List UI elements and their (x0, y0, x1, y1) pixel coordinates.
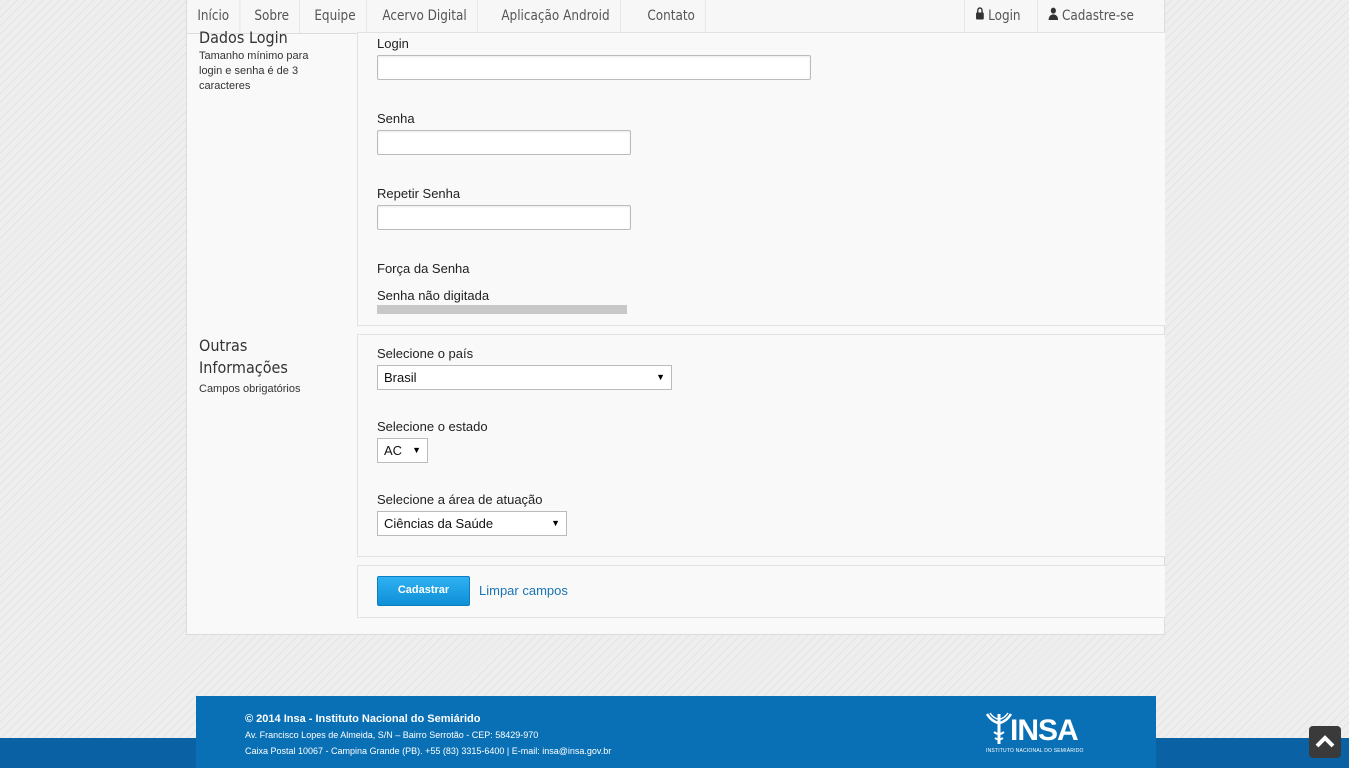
submit-button[interactable]: Cadastrar (377, 576, 470, 606)
password-field-label: Senha (377, 111, 415, 126)
nav-item-acervo-digital[interactable]: Acervo Digital (372, 0, 479, 33)
nav-item-equipe[interactable]: Equipe (304, 0, 368, 33)
nav-right-group: Login Cadastre-se (963, 0, 1164, 34)
password-strength-label: Força da Senha (377, 261, 470, 276)
area-select-value: Ciências da Saúde (384, 516, 494, 531)
login-section-title: Dados Login (199, 28, 288, 47)
login-fieldset: Login Senha Repetir Senha Força da Senha… (357, 32, 1165, 326)
repeat-password-field-label: Repetir Senha (377, 186, 461, 201)
state-field-label: Selecione o estado (377, 419, 488, 434)
repeat-password-input[interactable] (377, 205, 631, 230)
insa-logo: INSA INSTITUTO NACIONAL DO SEMIÁRIDO (984, 710, 1099, 756)
nav-login-link[interactable]: Login (963, 0, 1027, 33)
nav-register-label: Cadastre-se (1062, 8, 1135, 24)
password-strength-bar (377, 305, 627, 314)
nav-login-label: Login (987, 8, 1021, 24)
clear-fields-link[interactable]: Limpar campos (479, 583, 568, 598)
actions-fieldset: Cadastrar Limpar campos (357, 565, 1165, 618)
footer-copyright: © 2014 Insa - Instituto Nacional do Semi… (245, 713, 481, 725)
login-section-description: Tamanho mínimo para login e senha é de 3… (199, 50, 309, 92)
other-info-section-title: Outras Informações (199, 336, 288, 377)
chevron-up-icon (1315, 735, 1335, 748)
registration-form-panel: Dados Login Tamanho mínimo para login e … (186, 28, 1165, 635)
chevron-down-icon: ▼ (656, 372, 665, 382)
footer-address: Av. Francisco Lopes de Almeida, S/N – Ba… (245, 730, 539, 740)
insa-logo-text: INSA (1010, 714, 1079, 747)
area-select[interactable]: Ciências da Saúde ▼ (377, 511, 567, 536)
insa-logo-subtitle: INSTITUTO NACIONAL DO SEMIÁRIDO (986, 748, 1084, 754)
password-strength-status: Senha não digitada (377, 288, 490, 303)
chevron-down-icon: ▼ (412, 445, 421, 455)
top-navigation: Início Sobre Equipe Acervo Digital Aplic… (186, 0, 1165, 34)
nav-item-contato[interactable]: Contato (637, 0, 706, 33)
nav-item-aplicacao-android[interactable]: Aplicação Android (491, 0, 621, 33)
country-select[interactable]: Brasil ▼ (377, 365, 672, 390)
chevron-down-icon: ▼ (551, 518, 560, 528)
other-info-section-description: Campos obrigatórios (199, 383, 301, 395)
password-input[interactable] (377, 130, 631, 155)
country-select-value: Brasil (384, 370, 417, 385)
lock-icon (975, 0, 984, 33)
user-icon (1048, 0, 1059, 33)
footer-contact: Caixa Postal 10067 - Campina Grande (PB)… (245, 746, 612, 756)
area-field-label: Selecione a área de atuação (377, 492, 543, 507)
nav-register-link[interactable]: Cadastre-se (1037, 0, 1146, 33)
login-input[interactable] (377, 55, 811, 80)
login-field-label: Login (377, 36, 409, 51)
footer: © 2014 Insa - Instituto Nacional do Semi… (196, 696, 1156, 768)
scroll-to-top-button[interactable] (1309, 726, 1341, 758)
state-select[interactable]: AC ▼ (377, 438, 428, 463)
other-info-fieldset: Selecione o país Brasil ▼ Selecione o es… (357, 334, 1165, 557)
country-field-label: Selecione o país (377, 346, 474, 361)
state-select-value: AC (384, 443, 403, 458)
